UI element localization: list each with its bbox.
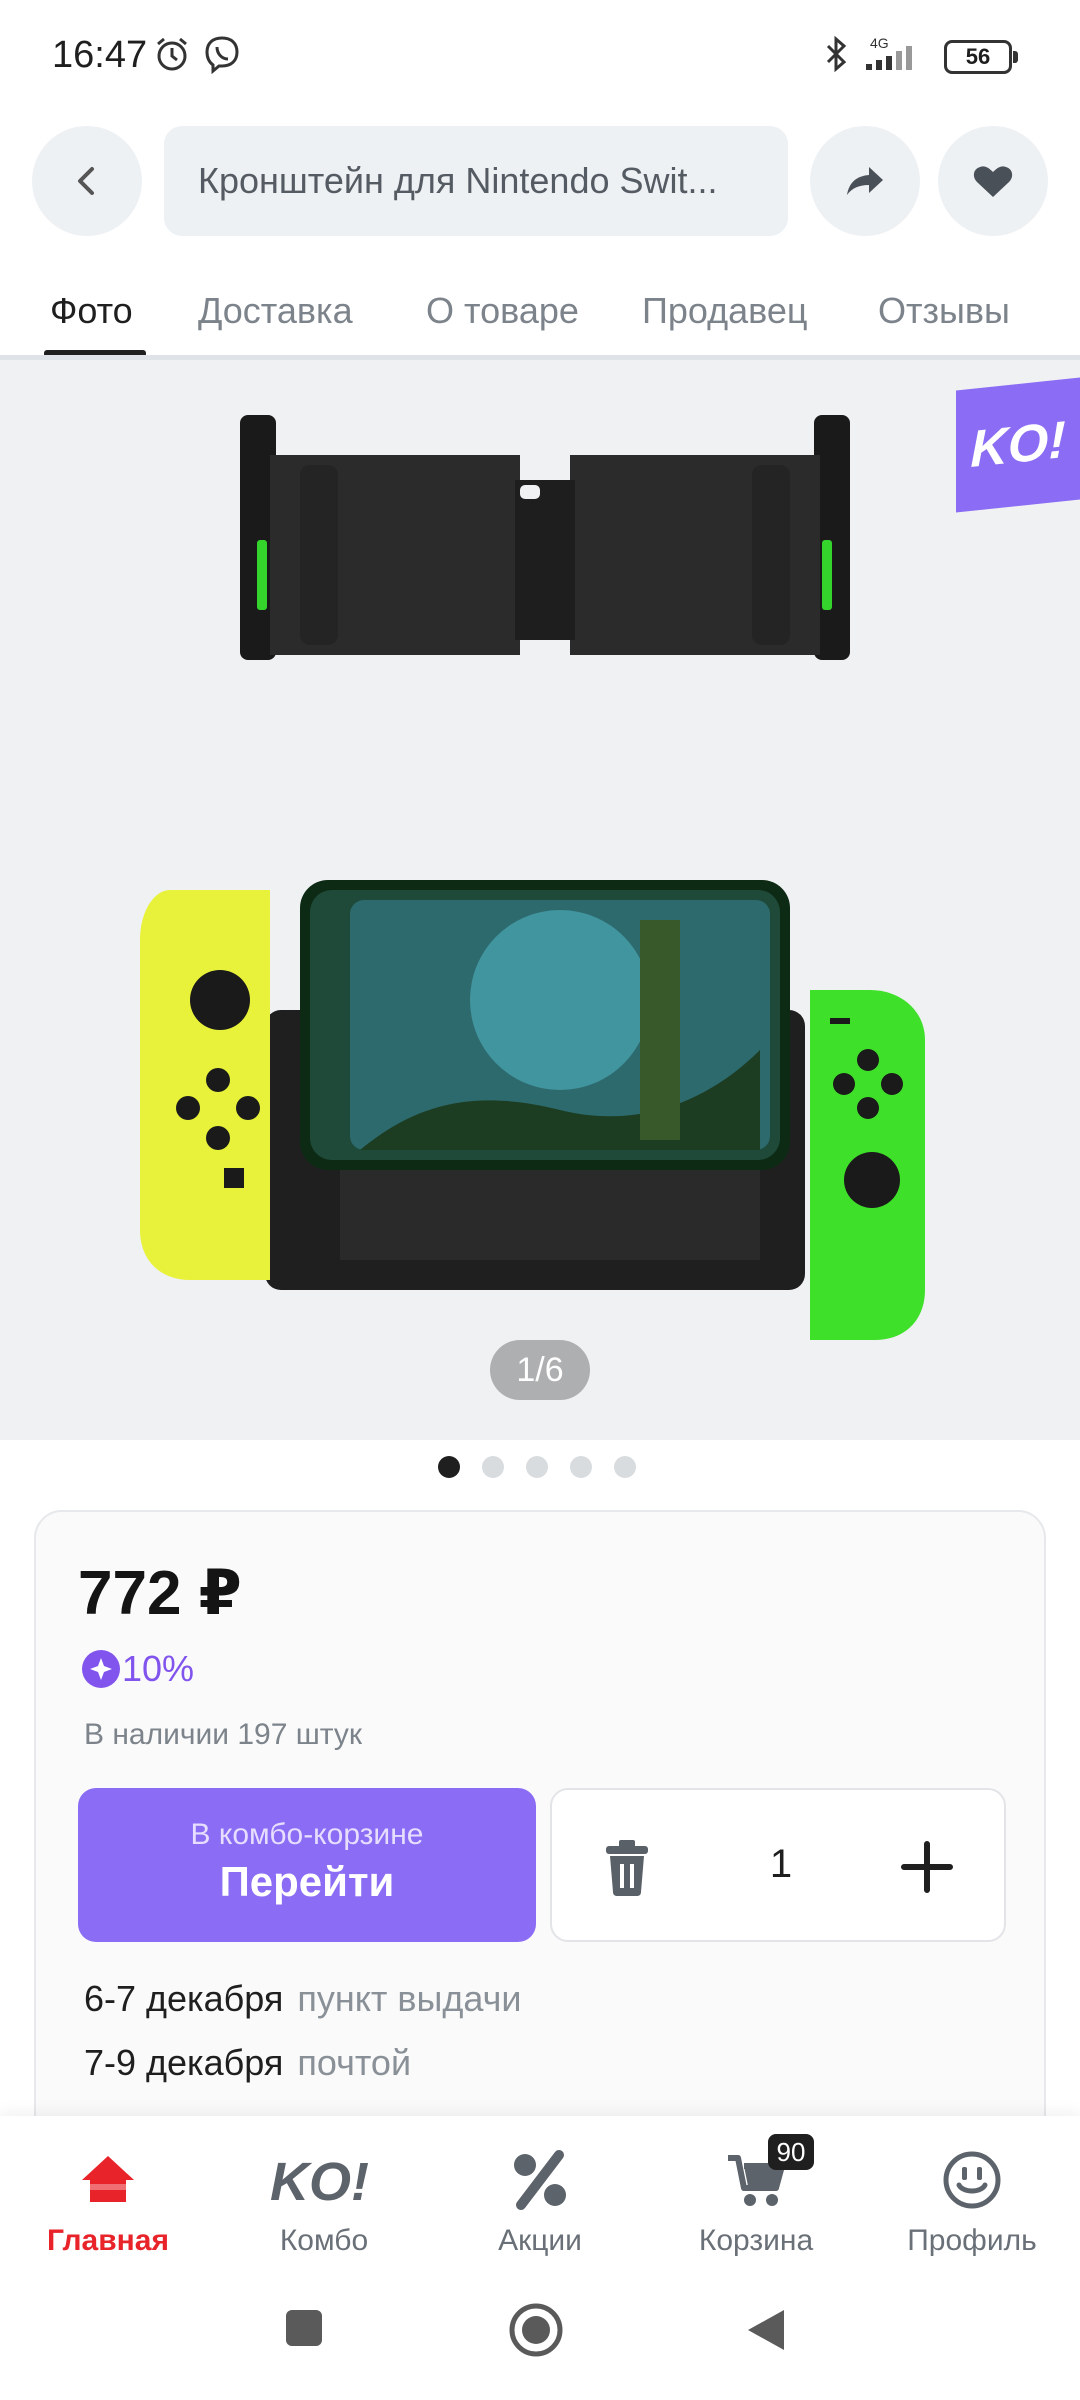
- nav-home[interactable]: Главная: [18, 2144, 198, 2258]
- status-time: 16:47: [52, 34, 148, 76]
- bluetooth-icon: [822, 34, 852, 79]
- pagination-dot[interactable]: [614, 1456, 636, 1478]
- alarm-icon: [152, 34, 192, 79]
- delivery-option: 7-9 декабря почтой: [84, 2042, 411, 2084]
- nav-label: Акции: [498, 2224, 582, 2257]
- combo-cart-button[interactable]: В комбо-корзине Перейти: [78, 1788, 536, 1942]
- nav-label: Комбо: [279, 2224, 369, 2257]
- stock-info: В наличии 197 штук: [84, 1718, 362, 1751]
- nav-label: Главная: [46, 2224, 169, 2257]
- svg-text:KO!: KO!: [270, 2152, 369, 2210]
- discount-value: 10%: [122, 1648, 195, 1689]
- nav-label: Профиль: [907, 2224, 1037, 2257]
- pagination-dot[interactable]: [570, 1456, 592, 1478]
- discount-badge: 10%: [82, 1648, 194, 1690]
- share-button[interactable]: [810, 126, 920, 236]
- product-image: [140, 415, 925, 1340]
- pagination-dot[interactable]: [438, 1456, 460, 1478]
- recents-icon[interactable]: [282, 2306, 326, 2355]
- viber-icon: [202, 34, 242, 79]
- smile-icon: [882, 2144, 1062, 2216]
- search-input[interactable]: Кронштейн для Nintendo Swit...: [164, 126, 788, 236]
- nav-combo[interactable]: KO! Комбо: [234, 2144, 414, 2258]
- delivery-option: 6-7 декабря пункт выдачи: [84, 1978, 521, 2020]
- ko-icon: KO!: [234, 2144, 414, 2216]
- nav-promo[interactable]: Акции: [450, 2144, 630, 2258]
- combo-cart-label: Перейти: [219, 1858, 395, 1905]
- cart-icon: [666, 2144, 846, 2216]
- nav-cart[interactable]: 90 Корзина: [666, 2134, 846, 2258]
- home-icon: [18, 2144, 198, 2216]
- battery-icon: 56: [944, 40, 1018, 74]
- trash-icon[interactable]: [592, 1832, 662, 1907]
- nav-profile[interactable]: Профиль: [882, 2144, 1062, 2258]
- search-text: Кронштейн для Nintendo Swit...: [198, 160, 718, 201]
- ko-badge-text: KO!: [970, 410, 1066, 480]
- delivery-date: 6-7 декабря: [84, 1978, 284, 2019]
- favorite-button[interactable]: [938, 126, 1048, 236]
- delivery-date: 7-9 декабря: [84, 2042, 284, 2083]
- bottom-nav: Главная KO! Комбо Акции 90 Корзина Профи…: [0, 2116, 1080, 2276]
- image-counter: 1/6: [490, 1340, 590, 1400]
- back-icon: [78, 167, 94, 195]
- tab-about[interactable]: О товаре: [426, 290, 579, 332]
- signal-icon: 4G: [862, 34, 934, 79]
- network-label: 4G: [870, 35, 889, 51]
- tab-seller[interactable]: Продавец: [642, 290, 808, 332]
- price: 772 ₽: [78, 1559, 242, 1628]
- share-icon: [847, 167, 883, 195]
- delivery-type: пункт выдачи: [297, 1978, 522, 2019]
- quantity-value: 1: [769, 1842, 793, 1886]
- cart-count-badge: 90: [768, 2134, 814, 2170]
- heart-icon: [973, 166, 1013, 197]
- combo-cart-caption: В комбо-корзине: [190, 1818, 424, 1851]
- back-triangle-icon[interactable]: [744, 2306, 788, 2359]
- delivery-type: почтой: [297, 2042, 412, 2083]
- plus-icon[interactable]: [892, 1832, 962, 1907]
- pagination-dot[interactable]: [526, 1456, 548, 1478]
- nav-label: Корзина: [698, 2224, 814, 2257]
- star-icon: [82, 1650, 120, 1688]
- tab-photo[interactable]: Фото: [50, 290, 133, 332]
- status-bar: 16:47 4G 56: [0, 0, 1080, 110]
- tab-underline: [44, 350, 146, 355]
- product-gallery[interactable]: KO! 1/6: [0, 360, 1080, 1440]
- quantity-stepper: 1: [550, 1788, 1006, 1942]
- pagination-dot[interactable]: [482, 1456, 504, 1478]
- system-navigation-bar: [0, 2276, 1080, 2400]
- home-circle-icon[interactable]: [508, 2302, 564, 2363]
- section-tabs: Фото Доставка О товаре Продавец Отзывы: [0, 270, 1080, 360]
- back-button[interactable]: [32, 126, 142, 236]
- header: Кронштейн для Nintendo Swit...: [0, 126, 1080, 236]
- tab-reviews[interactable]: Отзывы: [878, 290, 1010, 332]
- percent-icon: [450, 2144, 630, 2216]
- tab-delivery[interactable]: Доставка: [198, 290, 353, 332]
- ko-badge: KO!: [956, 377, 1080, 513]
